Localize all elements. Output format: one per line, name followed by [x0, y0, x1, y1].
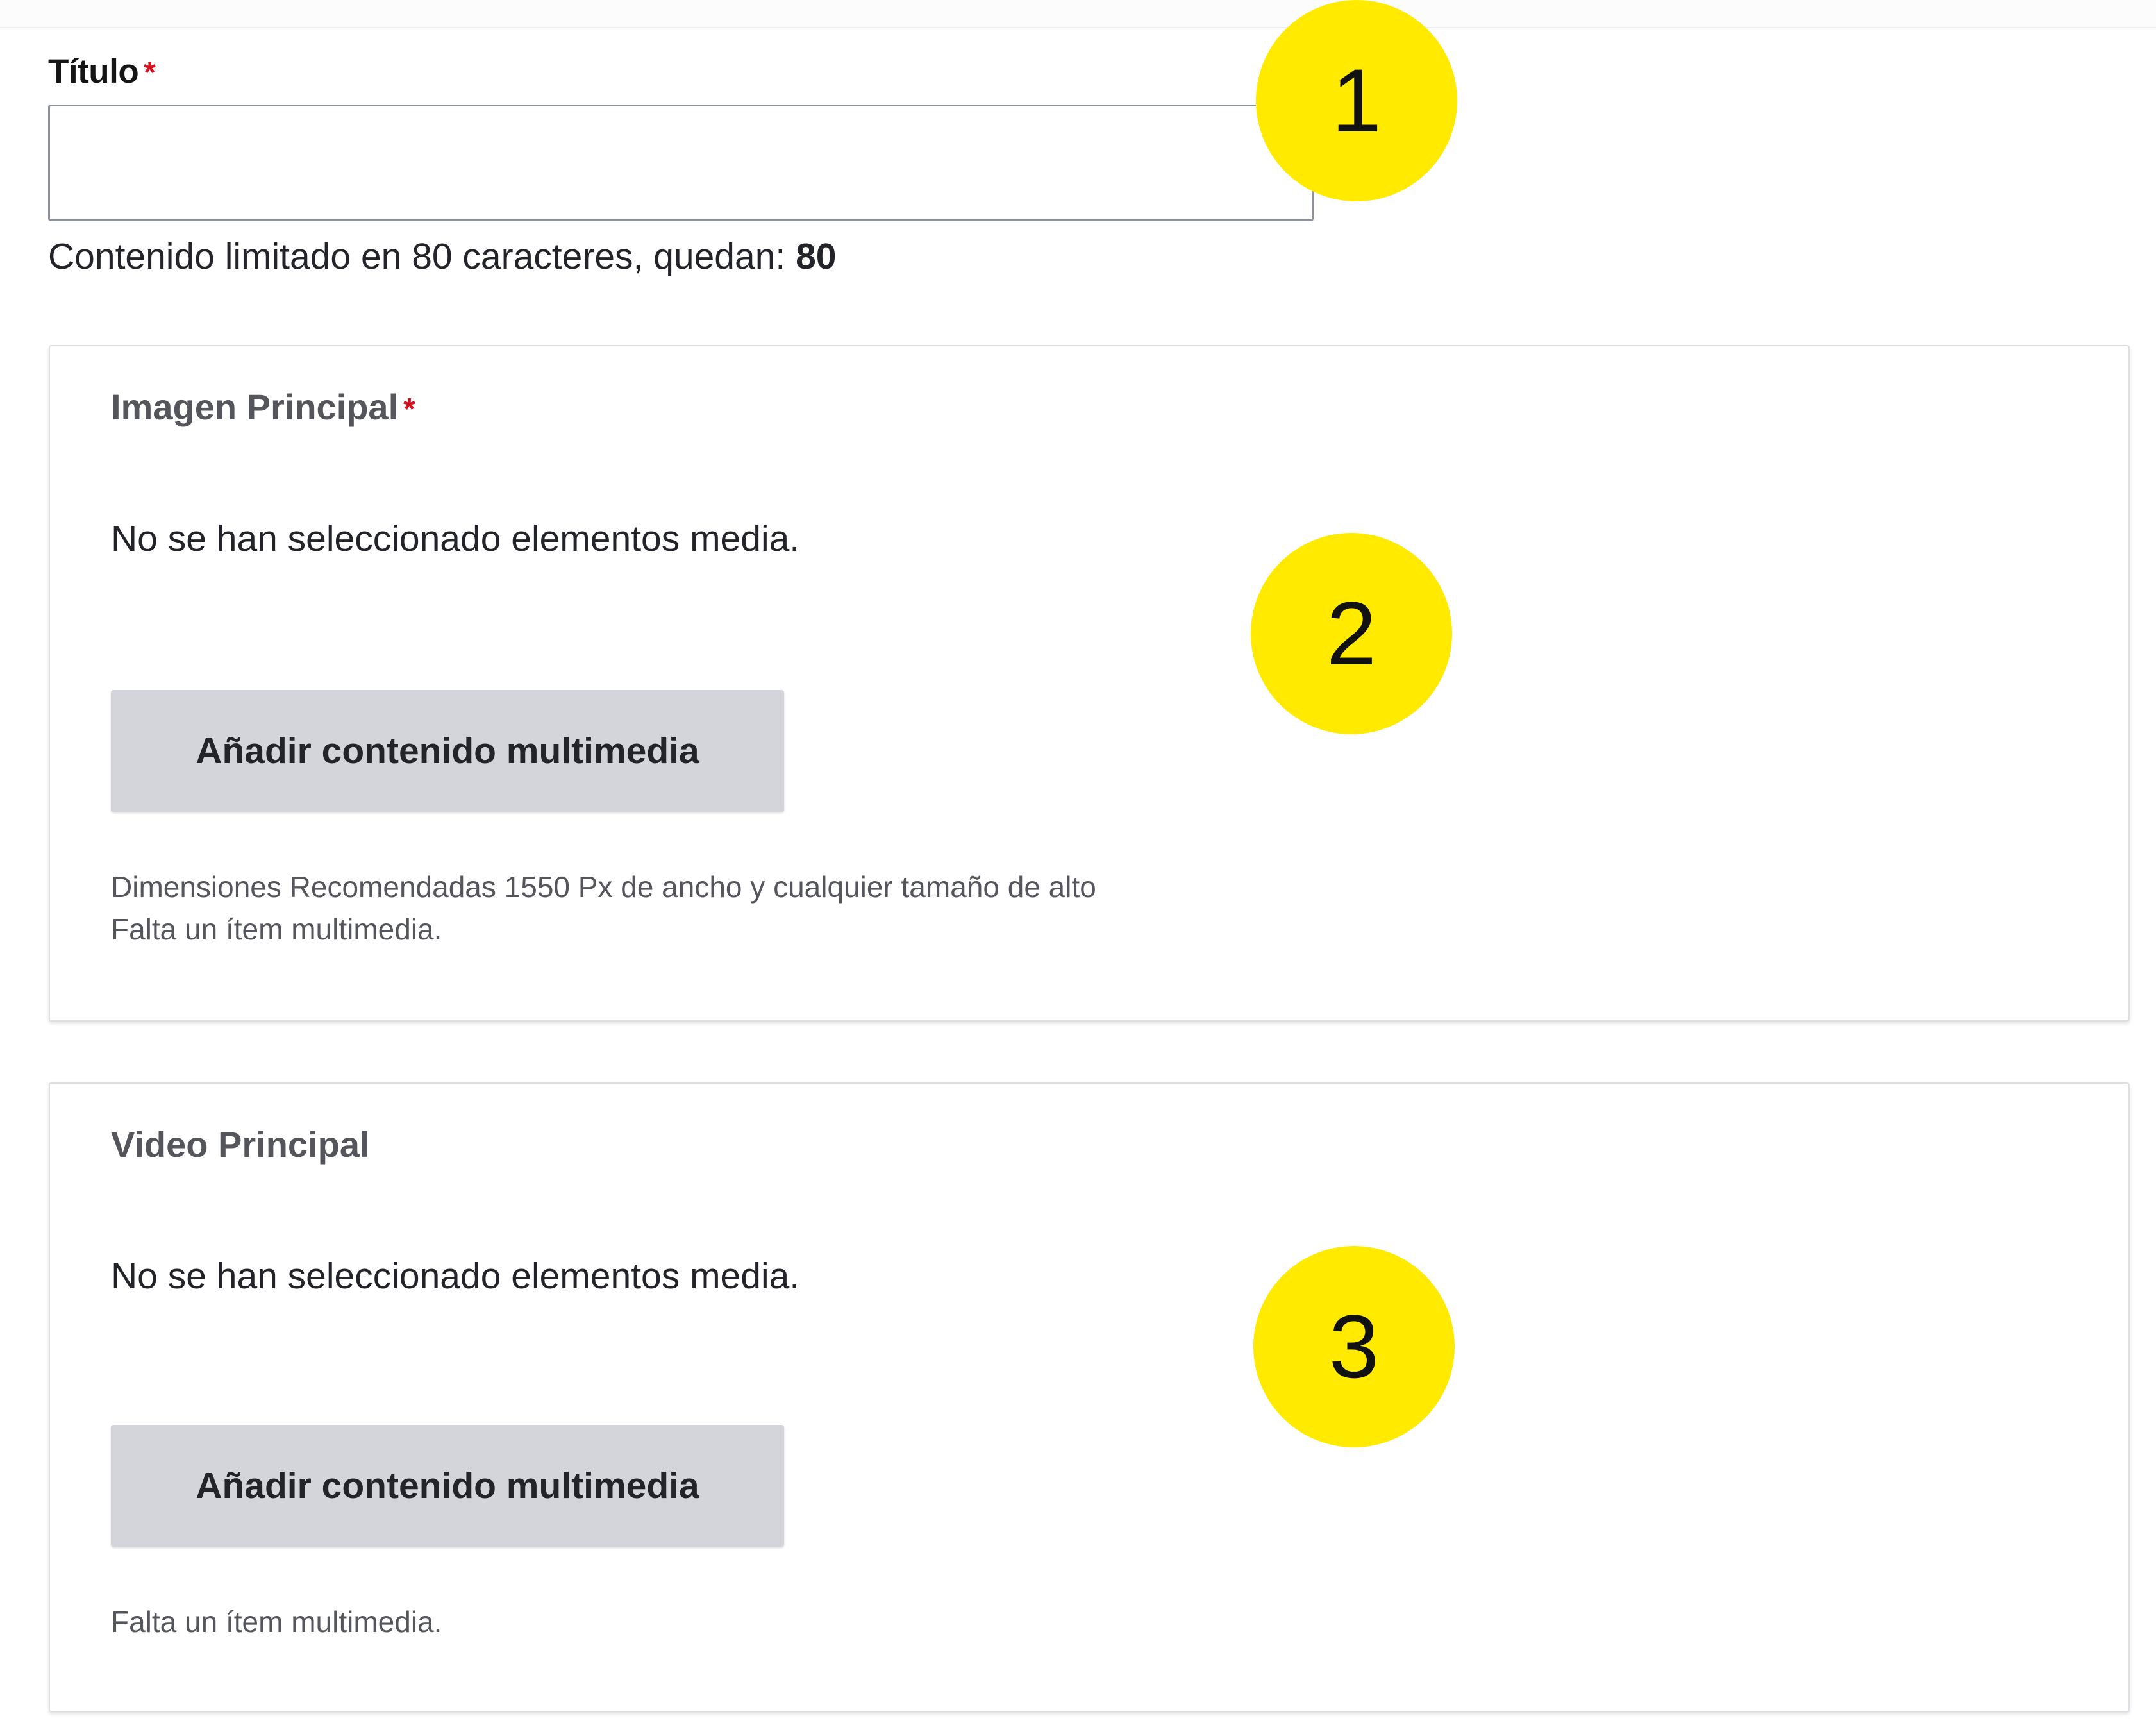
main-image-add-media-button[interactable]: Añadir contenido multimedia: [111, 690, 784, 812]
char-limit-text: Contenido limitado en 80 caracteres, que…: [48, 234, 837, 279]
main-video-fieldset: Video Principal No se han seleccionado e…: [49, 1082, 2130, 1712]
top-strip: [0, 0, 2156, 28]
main-image-title-text: Imagen Principal: [111, 387, 399, 427]
main-image-required-mark: *: [403, 392, 415, 426]
main-image-title: Imagen Principal *: [111, 385, 415, 432]
title-label: Título *: [48, 51, 156, 94]
marker-3: 3: [1253, 1246, 1455, 1447]
char-limit-message: Contenido limitado en 80 caracteres, que…: [48, 236, 796, 277]
main-image-fieldset: Imagen Principal * No se han seleccionado…: [49, 345, 2130, 1022]
main-video-missing-text: Falta un ítem multimedia.: [111, 1605, 442, 1638]
main-image-description: Dimensiones Recomendadas 1550 Px de anch…: [111, 870, 1096, 904]
title-input[interactable]: [48, 105, 1314, 221]
char-limit-remaining: 80: [796, 236, 837, 277]
main-video-add-media-button[interactable]: Añadir contenido multimedia: [111, 1425, 784, 1547]
title-required-mark: *: [144, 56, 156, 90]
main-video-empty-text: No se han seleccionado elementos media.: [111, 1256, 800, 1297]
marker-1: 1: [1256, 0, 1457, 201]
main-image-missing-text: Falta un ítem multimedia.: [111, 913, 442, 946]
title-label-text: Título: [48, 53, 139, 90]
marker-2: 2: [1251, 533, 1452, 734]
page: Título * Contenido limitado en 80 caracte…: [0, 0, 2156, 1725]
main-video-title: Video Principal: [111, 1124, 370, 1165]
main-image-empty-text: No se han seleccionado elementos media.: [111, 518, 800, 559]
